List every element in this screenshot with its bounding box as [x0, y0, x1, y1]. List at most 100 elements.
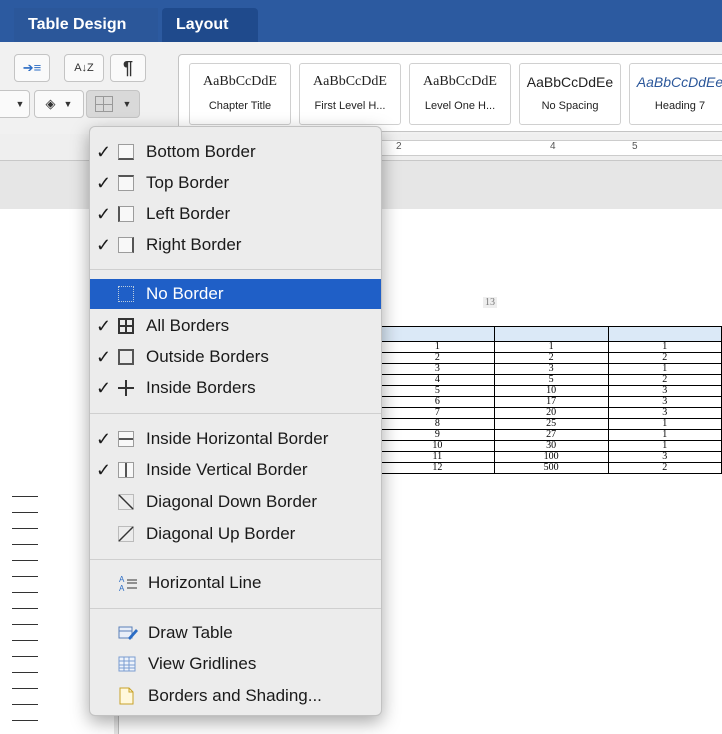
rule-line	[12, 672, 38, 673]
table-cell[interactable]: 100	[493, 451, 609, 463]
table-header-row	[380, 326, 722, 342]
rule-line	[12, 656, 38, 657]
menu-item-label: Borders and Shading...	[148, 686, 322, 705]
table-cell[interactable]: 3	[607, 385, 722, 397]
menu-item-label: Diagonal Up Border	[146, 524, 296, 543]
table-row: 9 27 1	[380, 429, 722, 441]
style-sample: AaBbCcDdE	[313, 74, 387, 89]
menu-item-diagonal-up-border[interactable]: Diagonal Up Border	[90, 519, 381, 549]
menu-item-inside-vertical-border[interactable]: ✓ Inside Vertical Border	[90, 455, 381, 485]
table-cell[interactable]: 1	[607, 341, 722, 353]
menu-item-left-border[interactable]: ✓ Left Border	[90, 199, 381, 229]
shading-button[interactable]: ◈ ▼	[34, 90, 84, 118]
style-name: Heading 7	[654, 100, 706, 112]
menu-item-inside-horizontal-border[interactable]: ✓ Inside Horizontal Border	[90, 424, 381, 454]
table-cell[interactable]: 4	[380, 374, 495, 386]
tab-layout[interactable]: Layout	[162, 8, 258, 42]
table-cell[interactable]	[380, 326, 495, 342]
style-name: Level One H...	[424, 100, 496, 112]
tab-table-design[interactable]: Table Design	[14, 8, 158, 42]
menu-item-all-borders[interactable]: ✓ All Borders	[90, 311, 381, 341]
rule-line	[12, 592, 38, 593]
menu-separator	[90, 608, 381, 609]
table-cell[interactable]	[607, 326, 722, 342]
table-row: 111	[380, 341, 722, 353]
ribbon-tab-bar: Table Design Layout	[0, 0, 722, 42]
menu-item-top-border[interactable]: ✓ Top Border	[90, 168, 381, 198]
borders-dropdown-menu: ✓ Bottom Border ✓ Top Border ✓ Left Bord…	[89, 126, 382, 716]
table-cell[interactable]: 5	[493, 374, 609, 386]
table-cell[interactable]: 6	[380, 396, 495, 408]
style-chapter-title[interactable]: AaBbCcDdE Chapter Title	[189, 63, 291, 125]
menu-item-bottom-border[interactable]: ✓ Bottom Border	[90, 137, 381, 167]
table-cell[interactable]: 1	[607, 418, 722, 430]
table-cell[interactable]: 1	[493, 341, 609, 353]
table-cell[interactable]: 3	[607, 451, 722, 463]
menu-item-label: No Border	[146, 284, 224, 303]
table-cell[interactable]: 2	[607, 352, 722, 364]
table-cell[interactable]: 10	[380, 440, 495, 452]
diagonal-up-border-icon	[118, 526, 134, 542]
table-cell[interactable]: 12	[380, 462, 495, 474]
show-formatting-button[interactable]: ¶	[110, 54, 146, 82]
line-spacing-button[interactable]: ▼	[0, 90, 30, 118]
table-cell[interactable]: 2	[493, 352, 609, 364]
table-cell[interactable]: 10	[493, 385, 609, 397]
menu-item-right-border[interactable]: ✓ Right Border	[90, 230, 381, 260]
ruler-number: 5	[632, 141, 638, 152]
document-table[interactable]: 1 1 1 2 2 2 3 3 1 4 5 2 5 10 3 6 17 3 7 20 3 8 25 1 9 27 1 10 30 1 11 1…	[380, 326, 722, 474]
table-row: 452	[380, 374, 722, 386]
menu-item-draw-table[interactable]: Draw Table	[90, 618, 381, 648]
table-cell[interactable]: 2	[380, 352, 495, 364]
checkmark-icon: ✓	[96, 460, 112, 480]
table-cell[interactable]: 9	[380, 429, 495, 441]
table-cell[interactable]: 1	[380, 341, 495, 353]
checkmark-icon: ✓	[96, 316, 112, 336]
table-cell[interactable]: 25	[493, 418, 609, 430]
table-cell[interactable]: 3	[380, 363, 495, 375]
indent-icon: ➔≡	[22, 60, 42, 75]
style-no-spacing[interactable]: AaBbCcDdEe No Spacing	[519, 63, 621, 125]
table-cell[interactable]: 3	[493, 363, 609, 375]
table-cell[interactable]: 500	[493, 462, 609, 474]
table-cell[interactable]: 30	[493, 440, 609, 452]
table-cell[interactable]: 27	[493, 429, 609, 441]
style-name: Chapter Title	[208, 100, 272, 112]
table-cell[interactable]: 3	[607, 396, 722, 408]
borders-button[interactable]: ▼	[86, 90, 140, 118]
table-cell[interactable]: 1	[607, 429, 722, 441]
table-cell[interactable]: 1	[607, 440, 722, 452]
table-cell[interactable]: 2	[607, 462, 722, 474]
table-row: 6 17 3	[380, 396, 722, 408]
gridlines-icon	[118, 656, 136, 672]
table-cell[interactable]: 5	[380, 385, 495, 397]
table-cell[interactable]: 3	[607, 407, 722, 419]
checkmark-icon: ✓	[96, 347, 112, 367]
menu-item-horizontal-line[interactable]: AA Horizontal Line	[90, 568, 381, 598]
menu-item-inside-borders[interactable]: ✓ Inside Borders	[90, 373, 381, 403]
menu-item-view-gridlines[interactable]: View Gridlines	[90, 649, 381, 679]
menu-item-diagonal-down-border[interactable]: Diagonal Down Border	[90, 487, 381, 517]
table-cell[interactable]: 11	[380, 451, 495, 463]
table-cell[interactable]: 7	[380, 407, 495, 419]
table-cell[interactable]	[493, 326, 609, 342]
menu-item-no-border[interactable]: No Border	[90, 279, 381, 309]
outside-borders-icon	[118, 349, 134, 365]
ruler-track[interactable]: 2 4 5	[382, 140, 722, 156]
menu-separator	[90, 559, 381, 560]
indent-button[interactable]: ➔≡	[14, 54, 50, 82]
sort-button[interactable]: A↓Z	[64, 54, 104, 82]
style-heading-7[interactable]: AaBbCcDdEe Heading 7	[629, 63, 722, 125]
paint-bucket-icon: ◈	[45, 96, 56, 111]
table-row: 5 10 3	[380, 385, 722, 397]
table-cell[interactable]: 2	[607, 374, 722, 386]
style-level-one-heading[interactable]: AaBbCcDdE Level One H...	[409, 63, 511, 125]
table-cell[interactable]: 8	[380, 418, 495, 430]
menu-item-outside-borders[interactable]: ✓ Outside Borders	[90, 342, 381, 372]
table-cell[interactable]: 17	[493, 396, 609, 408]
table-cell[interactable]: 20	[493, 407, 609, 419]
menu-item-borders-and-shading[interactable]: Borders and Shading...	[90, 681, 381, 711]
style-first-level-heading[interactable]: AaBbCcDdE First Level H...	[299, 63, 401, 125]
table-cell[interactable]: 1	[607, 363, 722, 375]
checkmark-icon: ✓	[96, 142, 112, 162]
